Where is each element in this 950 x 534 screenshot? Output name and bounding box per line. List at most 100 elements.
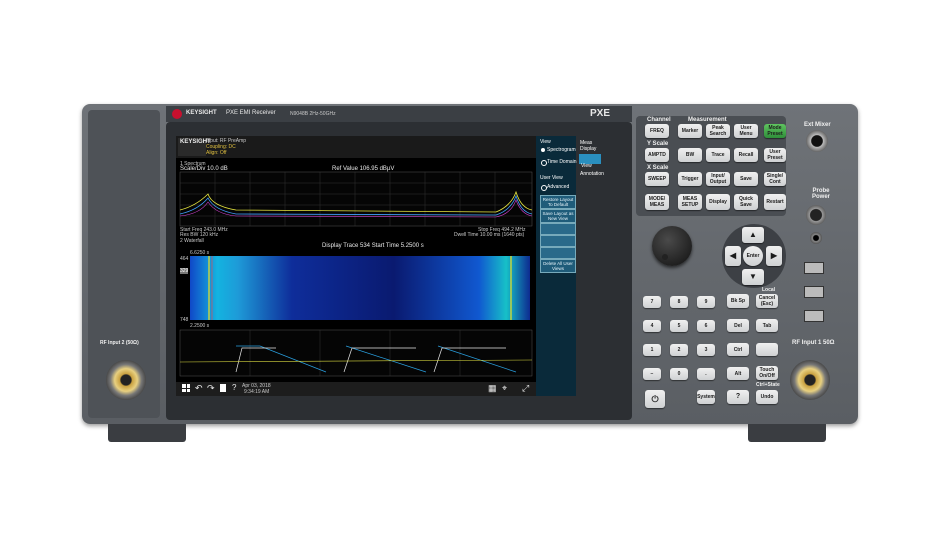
series-name: PXE	[590, 108, 611, 119]
redo-icon[interactable]: ↷	[207, 383, 215, 394]
power-button[interactable]: ⏻	[645, 390, 665, 408]
usb-port-3-icon[interactable]	[804, 310, 824, 322]
touch-onoff-key[interactable]: Touch On/Off	[756, 366, 778, 380]
input-output-key[interactable]: Input/ Output	[706, 172, 730, 186]
del-key[interactable]: Del	[727, 319, 749, 332]
headphone-jack-icon[interactable]	[810, 232, 822, 244]
marker-329: 329	[180, 268, 189, 274]
softkey-user-view[interactable]: User View	[540, 175, 563, 181]
usb-port-1-icon[interactable]	[804, 262, 824, 274]
group-measurement: Measurement	[688, 117, 727, 123]
single-cont-key[interactable]: Single/ Cont	[764, 172, 786, 186]
digit-0[interactable]: 0	[670, 368, 688, 380]
group-x-scale: X Scale	[647, 165, 669, 171]
recall-key[interactable]: Recall	[734, 148, 758, 162]
file-icon[interactable]	[220, 384, 226, 392]
tab-key[interactable]: Tab	[756, 319, 778, 332]
touch-screen[interactable]	[176, 136, 576, 396]
marker-748: 748	[180, 317, 189, 323]
keysight-logo-icon	[172, 109, 182, 119]
taskbar	[176, 382, 536, 396]
trace-key[interactable]: Trace	[706, 148, 730, 162]
trigger-key[interactable]: Trigger	[678, 172, 702, 186]
softkey-blank-3[interactable]	[540, 247, 576, 259]
right-arrow-icon[interactable]: ▶	[766, 246, 782, 266]
restart-key[interactable]: Restart	[764, 194, 786, 210]
help-icon[interactable]: ?	[232, 383, 236, 392]
group-ctrl-state: Ctrl+State	[756, 382, 780, 388]
peak-search-key[interactable]: Peak Search	[706, 124, 730, 138]
rotary-knob[interactable]	[652, 226, 692, 266]
digit-4[interactable]: 4	[643, 320, 661, 332]
mode-meas-key[interactable]: MODE/ MEAS	[645, 194, 669, 210]
softkey-save-layout[interactable]: Save Layout as New View	[540, 209, 576, 223]
softkey-restore-layout[interactable]: Restore Layout To Default	[540, 195, 576, 209]
softkey-time-domain[interactable]: Time Domain	[547, 159, 577, 165]
user-menu-key[interactable]: User Menu	[734, 124, 758, 138]
blank-key[interactable]	[756, 343, 778, 356]
bw-key[interactable]: BW	[678, 148, 702, 162]
side-annotation[interactable]: Annotation	[580, 171, 604, 177]
digit-5[interactable]: 5	[670, 320, 688, 332]
radio-spectrogram-icon[interactable]	[541, 148, 545, 152]
undo-icon[interactable]: ↶	[195, 383, 203, 394]
system-key[interactable]: System	[697, 390, 715, 404]
user-preset-key[interactable]: User Preset	[764, 148, 786, 162]
ctrl-key[interactable]: Ctrl	[727, 343, 749, 356]
digit-9[interactable]: 9	[697, 296, 715, 308]
decimal-key[interactable]: .	[697, 368, 715, 380]
ref-value: Ref Value 106.95 dBµV	[332, 166, 395, 172]
group-y-scale: Y Scale	[647, 141, 669, 147]
waterfall-plot	[190, 256, 530, 320]
freq-key[interactable]: FREQ	[645, 124, 669, 138]
undo-key[interactable]: Undo	[756, 390, 778, 404]
dwell-time: Dwell Time 10.00 ms (1640 pts)	[454, 232, 525, 238]
up-arrow-icon[interactable]: ▲	[742, 227, 764, 243]
softkey-blank-2[interactable]	[540, 235, 576, 247]
digit-6[interactable]: 6	[697, 320, 715, 332]
backspace-key[interactable]: Bk Sp	[727, 294, 749, 308]
side-view-tab[interactable]: View	[579, 154, 601, 169]
alt-key[interactable]: Alt	[727, 367, 749, 380]
digit-3[interactable]: 3	[697, 344, 715, 356]
rf-input-1-connector[interactable]	[790, 360, 830, 400]
sweep-key[interactable]: SWEEP	[645, 172, 669, 186]
usb-port-2-icon[interactable]	[804, 286, 824, 298]
cancel-esc-key[interactable]: Cancel (Esc)	[756, 294, 778, 308]
help-key[interactable]: ?	[727, 390, 749, 404]
meas-setup-key[interactable]: MEAS SETUP	[678, 194, 702, 210]
left-arrow-icon[interactable]: ◀	[725, 246, 741, 266]
softkey-advanced[interactable]: Advanced	[547, 184, 569, 190]
taskbar-time: 9:34:19 AM	[244, 389, 270, 395]
softkey-spectrogram[interactable]: Spectrogram	[547, 147, 576, 153]
time-top: 6.6250 s	[190, 250, 210, 256]
down-arrow-icon[interactable]: ▼	[742, 269, 764, 285]
enter-key[interactable]: Enter	[743, 246, 763, 266]
side-meas-display[interactable]: Meas Display	[580, 140, 602, 152]
group-local: Local	[762, 287, 776, 293]
grid-icon[interactable]: ▦	[488, 383, 497, 394]
quick-save-key[interactable]: Quick Save	[734, 194, 758, 210]
amptd-key[interactable]: AMPTD	[645, 148, 669, 162]
right-foot	[748, 424, 826, 442]
digit-8[interactable]: 8	[670, 296, 688, 308]
brand-name: KEYSIGHT	[186, 110, 217, 116]
marker-key[interactable]: Marker	[678, 124, 702, 138]
digit-2[interactable]: 2	[670, 344, 688, 356]
ext-mixer-connector[interactable]	[806, 130, 828, 152]
cursor-icon[interactable]: ⌖	[502, 383, 507, 394]
digit-1[interactable]: 1	[643, 344, 661, 356]
probe-power-connector[interactable]	[806, 205, 826, 225]
display-key[interactable]: Display	[706, 194, 730, 210]
group-ext-mixer: Ext Mixer	[804, 122, 831, 128]
windows-start-icon[interactable]	[182, 384, 190, 392]
digit-7[interactable]: 7	[643, 296, 661, 308]
softkey-delete-user-views[interactable]: Delete All User Views	[540, 259, 576, 273]
rf-input-2-connector[interactable]	[106, 360, 146, 400]
softkey-blank-1[interactable]	[540, 223, 576, 235]
save-key[interactable]: Save	[734, 172, 758, 186]
fullscreen-icon[interactable]: ⤢	[522, 383, 529, 394]
minus-key[interactable]: −	[643, 368, 661, 380]
view2-label[interactable]: 2 Waterfall	[180, 238, 204, 244]
mode-preset-key[interactable]: Mode Preset	[764, 124, 786, 138]
